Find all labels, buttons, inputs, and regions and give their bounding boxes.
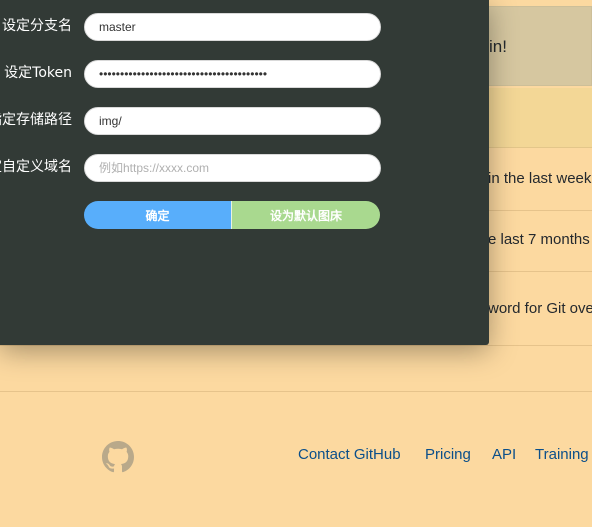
- token-label-text: 设定Token: [4, 65, 72, 81]
- confirm-button[interactable]: 确定: [84, 201, 231, 229]
- branch-input[interactable]: [84, 13, 381, 41]
- list-item-text: e last 7 months: [488, 231, 590, 248]
- action-button-group: 确定 设为默认图床: [84, 201, 380, 229]
- github-mark-icon[interactable]: [102, 441, 134, 473]
- footer-link-training[interactable]: Training: [535, 446, 589, 463]
- token-label: *设定Token: [0, 62, 72, 82]
- custom-domain-input[interactable]: [84, 154, 381, 182]
- branch-label: 设定分支名: [2, 18, 72, 34]
- picbed-settings-dialog: 设定分支名 *设定Token 指定存储路径 设定自定义域名 确定 设为默认图床: [0, 0, 489, 345]
- path-label: 指定存储路径: [0, 112, 72, 128]
- footer-link-pricing[interactable]: Pricing: [425, 446, 471, 463]
- token-input[interactable]: [84, 60, 381, 88]
- domain-label: 设定自定义域名: [0, 159, 72, 175]
- footer-link-contact[interactable]: Contact GitHub: [298, 446, 401, 463]
- banner-text: in!: [489, 37, 507, 56]
- footer-divider: [0, 391, 592, 392]
- set-default-button[interactable]: 设为默认图床: [231, 201, 380, 229]
- footer-link-api[interactable]: API: [492, 446, 516, 463]
- path-input[interactable]: [84, 107, 381, 135]
- list-item-text: in the last week: [488, 170, 592, 187]
- list-item-text: word for Git ove: [488, 300, 592, 317]
